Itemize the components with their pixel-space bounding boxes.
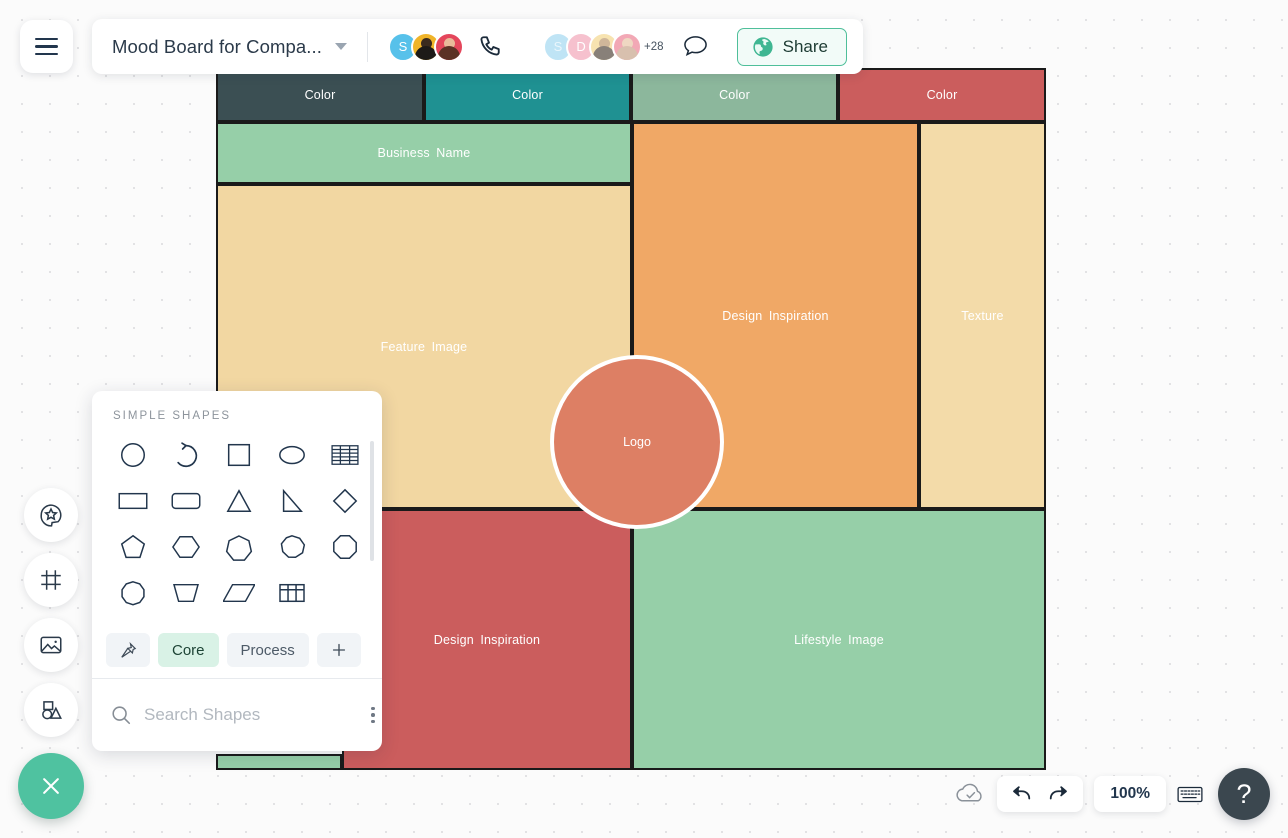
cell-label: Feature Image [380, 339, 468, 354]
more-vertical-icon[interactable] [365, 701, 381, 730]
template-sticker-icon [38, 502, 64, 528]
image-icon [38, 632, 64, 658]
shape-decagon[interactable] [106, 570, 159, 616]
color-swatch-4[interactable]: Color [838, 68, 1046, 122]
avatar-body [438, 45, 461, 60]
search-shapes-input[interactable] [144, 705, 365, 725]
comment-bubble-icon[interactable] [682, 34, 709, 59]
rail-item-shapes[interactable] [24, 683, 78, 737]
avatar[interactable] [612, 31, 643, 62]
globe-icon [753, 36, 773, 57]
kebab-dot [371, 719, 375, 724]
cell-label: Design Inspiration [722, 308, 829, 323]
business-name[interactable]: Business Name [216, 122, 632, 184]
panel-heading: SIMPLE SHAPES [113, 410, 232, 422]
phone-icon[interactable] [476, 34, 502, 60]
shape-parallelogram[interactable] [212, 570, 265, 616]
keyboard-icon[interactable] [1177, 785, 1203, 804]
shape-nonagon[interactable] [265, 524, 318, 570]
cell-label: Texture [961, 308, 1004, 323]
redo-arrow-icon[interactable] [1047, 784, 1069, 804]
texture[interactable]: Texture [919, 122, 1046, 509]
shape-ellipse[interactable] [265, 432, 318, 478]
design-inspiration-bottom[interactable]: Design Inspiration [342, 509, 632, 770]
shape-pentagon[interactable] [106, 524, 159, 570]
shape-rectangle[interactable] [106, 478, 159, 524]
avatar[interactable] [434, 31, 465, 62]
chevron-down-icon[interactable] [335, 43, 348, 50]
cloud-saved-icon[interactable] [955, 782, 986, 806]
left-tool-rail [24, 488, 78, 748]
logo-label: Logo [623, 435, 651, 449]
help-button[interactable]: ? [1218, 768, 1270, 820]
cell-label: Business Name [377, 146, 471, 160]
color-swatch-2[interactable]: Color [424, 68, 631, 122]
search-row [92, 679, 382, 751]
shape-trapezoid[interactable] [159, 570, 212, 616]
close-x-icon [36, 771, 66, 801]
shape-diamond[interactable] [318, 478, 371, 524]
lifestyle-image[interactable]: Lifestyle Image [632, 509, 1046, 770]
plus-icon [329, 640, 349, 660]
pin-category-button[interactable] [106, 633, 150, 667]
shape-table[interactable] [265, 570, 318, 616]
shape-triangle[interactable] [212, 478, 265, 524]
category-core[interactable]: Core [158, 633, 219, 667]
shape-circle[interactable] [106, 432, 159, 478]
top-toolbar: Mood Board for Compa... S S D +28 Share [92, 19, 863, 74]
category-process[interactable]: Process [226, 633, 309, 667]
undo-arrow-icon[interactable] [1011, 784, 1033, 804]
cell-label: Lifestyle Image [794, 632, 884, 647]
logo-shape[interactable]: Logo [550, 355, 724, 529]
frame-icon [38, 567, 64, 593]
kebab-dot [371, 706, 375, 711]
document-title[interactable]: Mood Board for Compa... [112, 36, 322, 58]
add-category-button[interactable] [316, 633, 361, 667]
cell-label: Color [304, 88, 336, 102]
menu-bar-1 [35, 37, 58, 41]
shape-arc-arrow[interactable] [159, 432, 212, 478]
green-strip[interactable] [216, 754, 342, 770]
cell-label: Design Inspiration [433, 632, 541, 647]
shape-heptagon[interactable] [212, 524, 265, 570]
menu-bar-3 [35, 52, 58, 56]
shape-grid [106, 422, 382, 616]
cell-label: Color [719, 88, 750, 102]
kebab-dot [371, 713, 375, 717]
undo-redo-group [997, 776, 1084, 812]
panel-scrollbar[interactable] [370, 441, 374, 561]
close-panel-button[interactable] [18, 753, 84, 819]
hamburger-menu-icon[interactable] [20, 20, 73, 73]
rail-item-templates[interactable] [24, 488, 78, 542]
shape-right-triangle[interactable] [265, 478, 318, 524]
share-button[interactable]: Share [736, 27, 847, 66]
rail-item-image[interactable] [24, 618, 78, 672]
divider [367, 31, 369, 62]
shapes-icon [38, 697, 64, 723]
bottom-toolbar: 100% ? [955, 768, 1270, 820]
avatar-body [616, 45, 639, 60]
color-swatch-3[interactable]: Color [631, 68, 838, 122]
shape-square[interactable] [212, 432, 265, 478]
zoom-level-chip[interactable]: 100% [1094, 776, 1166, 812]
active-collaborators: S [388, 31, 465, 62]
shape-lined-paper[interactable] [318, 432, 371, 478]
shape-rounded-rectangle[interactable] [159, 478, 212, 524]
overflow-count[interactable]: +28 [644, 41, 664, 53]
shape-octagon[interactable] [318, 524, 371, 570]
color-swatch-1[interactable]: Color [216, 68, 424, 122]
share-label: Share [782, 36, 828, 56]
app-root: Color Color Color Color Business Name Feature… [0, 0, 1288, 838]
menu-bar-2 [35, 45, 58, 48]
other-collaborators: S D +28 [543, 31, 664, 62]
shape-hexagon[interactable] [159, 524, 212, 570]
cell-label: Color [512, 88, 543, 102]
search-icon [110, 704, 132, 726]
shapes-panel: SIMPLE SHAPES Core Process Search Shapes [92, 391, 382, 751]
pin-icon [119, 641, 138, 660]
cell-label: Color [926, 88, 958, 102]
shape-category-row: Core Process [106, 633, 361, 667]
rail-item-frame[interactable] [24, 553, 78, 607]
